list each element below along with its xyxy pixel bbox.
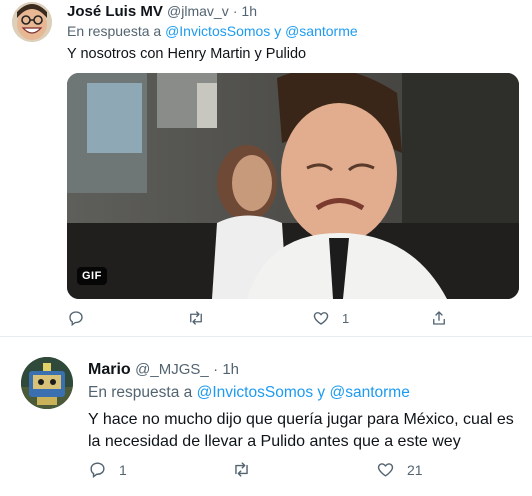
tweet-actions: 1 [67, 309, 519, 331]
gif-badge: GIF [77, 267, 107, 285]
tweet-jose-luis[interactable]: José Luis MV @jlmav_v · 1h En respuesta … [0, 0, 532, 336]
user-handle[interactable]: @_MJGS_ [135, 361, 209, 378]
mention-link[interactable]: @santorme [329, 384, 409, 401]
robot-avatar-icon [21, 357, 73, 409]
mention-link[interactable]: @InvictosSomos [165, 23, 270, 39]
reply-count: 1 [119, 461, 127, 478]
like-button[interactable]: 21 [376, 460, 423, 479]
tweet-actions: 1 21 [88, 460, 528, 482]
user-handle[interactable]: @jlmav_v [167, 3, 229, 19]
reply-icon [69, 311, 83, 327]
user-avatar[interactable] [21, 357, 73, 409]
mention-link[interactable]: @InvictosSomos [197, 384, 314, 401]
gif-media[interactable]: GIF [67, 73, 519, 299]
reply-prefix: En respuesta a [88, 384, 193, 401]
tweet-text: Y hace no mucho dijo que quería jugar pa… [88, 411, 514, 450]
like-count: 1 [342, 310, 350, 326]
timestamp[interactable]: · 1h [213, 361, 239, 378]
like-count: 21 [407, 461, 423, 478]
reply-join: y [274, 23, 282, 39]
reply-button[interactable] [67, 309, 97, 327]
tweet-text: Y nosotros con Henry Martin y Pulido [67, 46, 307, 62]
share-icon [433, 311, 445, 325]
retweet-icon [190, 311, 202, 325]
tweet-header: José Luis MV @jlmav_v · 1h [67, 2, 257, 21]
like-button[interactable]: 1 [312, 309, 349, 327]
reply-context: En respuesta a @InvictosSomos y @santorm… [67, 23, 358, 39]
user-avatar[interactable] [12, 2, 52, 42]
display-name[interactable]: Mario [88, 361, 131, 378]
reply-join: y [317, 384, 326, 401]
display-name[interactable]: José Luis MV [67, 3, 163, 20]
share-button[interactable] [430, 309, 448, 327]
reply-button[interactable]: 1 [88, 460, 127, 479]
retweet-button[interactable] [187, 309, 217, 327]
gif-image [67, 73, 519, 299]
reply-prefix: En respuesta a [67, 23, 162, 39]
heart-icon [377, 463, 394, 477]
retweet-button[interactable] [232, 460, 263, 479]
smiling-face-avatar-icon [12, 2, 52, 42]
retweet-icon [235, 462, 248, 477]
reply-icon [90, 462, 105, 479]
heart-icon [313, 312, 329, 325]
tweet-header: Mario @_MJGS_ · 1h [88, 361, 239, 379]
mention-link[interactable]: @santorme [285, 23, 358, 39]
timestamp[interactable]: · 1h [233, 3, 257, 19]
reply-context: En respuesta a @InvictosSomos y @santorm… [88, 384, 410, 402]
